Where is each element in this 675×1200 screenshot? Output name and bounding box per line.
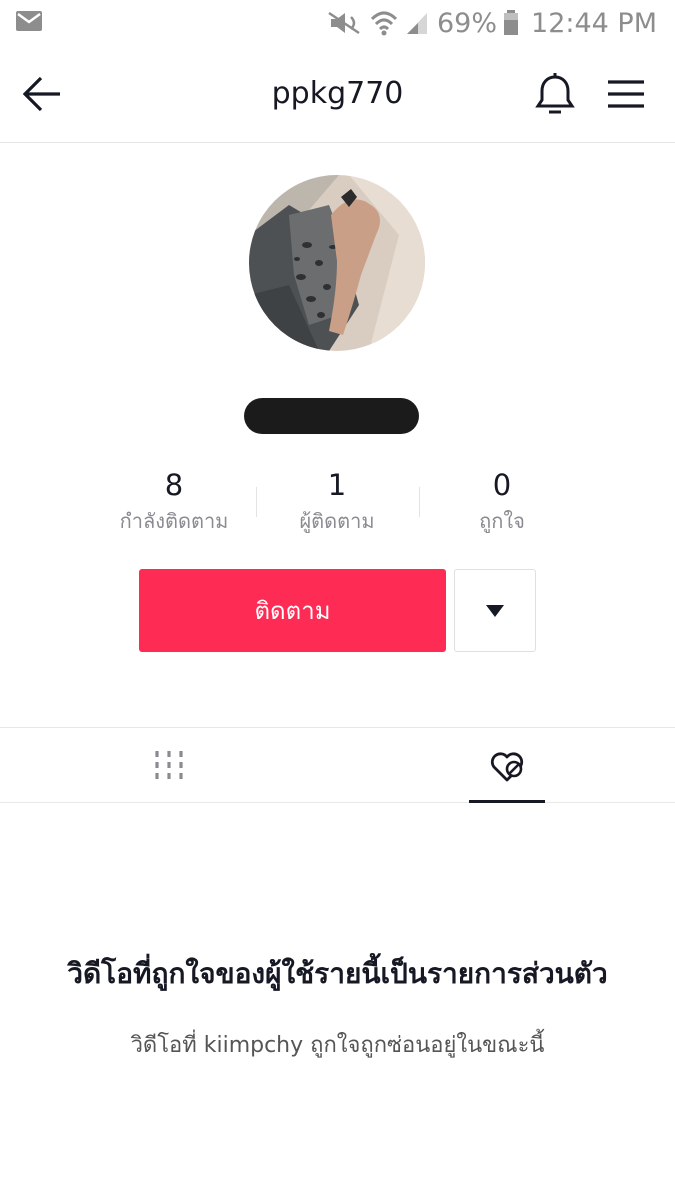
private-likes-title: วิดีโอที่ถูกใจของผู้ใช้รายนี้เป็นรายการส…: [67, 957, 608, 990]
tab-videos[interactable]: [130, 728, 208, 802]
caret-down-icon: [486, 605, 504, 617]
videos-grid-icon: [155, 751, 183, 779]
menu-icon[interactable]: [606, 78, 646, 110]
following-count: 8: [164, 468, 184, 502]
following-label: กำลังติดตาม: [119, 509, 229, 533]
username-redacted: [244, 398, 419, 434]
private-likes-subtitle: วิดีโอที่ kiimpchy ถูกใจถูกซ่อนอยู่ในขณะ…: [130, 1033, 545, 1058]
avatar-photo: [249, 175, 425, 351]
stat-following[interactable]: 8 กำลังติดตาม: [89, 466, 259, 538]
status-time: 12:44 PM: [531, 7, 657, 39]
profile-tabs: [0, 727, 675, 803]
follow-button[interactable]: ติดตาม: [139, 569, 446, 652]
mail-icon: [16, 11, 42, 31]
likes-label: ถูกใจ: [479, 509, 525, 533]
bell-icon[interactable]: [533, 72, 577, 116]
mute-icon: [328, 11, 360, 35]
battery-icon: [504, 10, 519, 35]
active-tab-indicator: [469, 800, 545, 803]
profile-header: ppkg770: [0, 46, 675, 143]
status-right: 69% 12:44 PM: [327, 5, 657, 41]
battery-percent: 69%: [437, 7, 498, 39]
followers-label: ผู้ติดตาม: [299, 509, 375, 533]
tab-liked[interactable]: [469, 728, 545, 803]
stat-followers[interactable]: 1 ผู้ติดตาม: [252, 466, 422, 538]
stat-likes[interactable]: 0 ถูกใจ: [417, 466, 587, 538]
liked-private-icon: [490, 752, 524, 782]
likes-count: 0: [492, 468, 512, 502]
avatar[interactable]: [249, 175, 425, 351]
followers-count: 1: [327, 468, 347, 502]
wifi-icon: [371, 11, 397, 36]
signal-icon: [407, 13, 427, 34]
status-bar: 69% 12:44 PM: [0, 0, 675, 46]
suggestions-dropdown-button[interactable]: [454, 569, 536, 652]
